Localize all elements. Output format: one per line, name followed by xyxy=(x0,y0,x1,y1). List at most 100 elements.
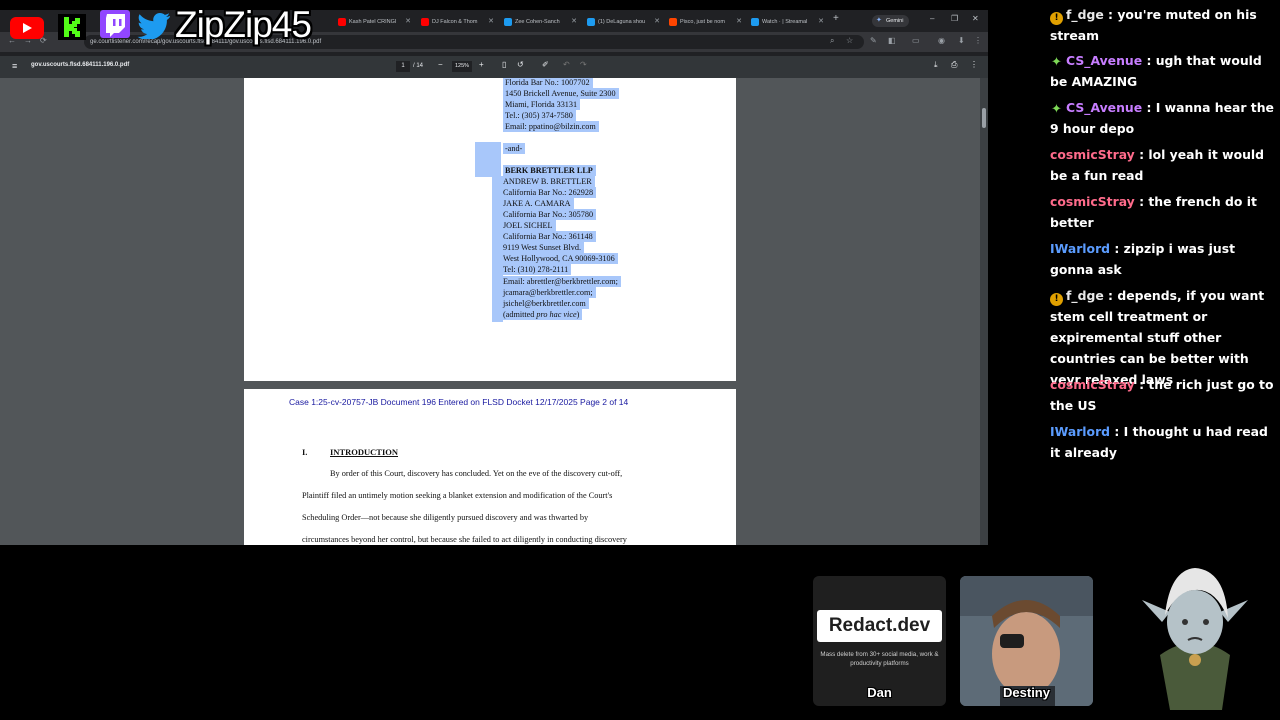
pdf-download-icon[interactable]: ⤓ xyxy=(934,60,938,70)
chat-panel: ! f_dge : you're muted on his stream ✦ CS_A… xyxy=(1042,0,1280,470)
cam-name-dan: Dan xyxy=(867,685,892,700)
scroll-thumb[interactable] xyxy=(982,108,986,128)
sponsor-logo: Redact.dev xyxy=(817,610,942,642)
tab-close-icon[interactable]: ✕ xyxy=(405,13,411,31)
fit-page-icon[interactable]: ▯ xyxy=(502,60,506,69)
signature-block-line: Tel: (310) 278-2111 xyxy=(501,264,572,275)
signature-block-line: BERK BRETTLER LLP xyxy=(503,165,596,176)
tab-close-icon[interactable]: ✕ xyxy=(654,13,660,31)
page-number-input[interactable]: 1 xyxy=(396,61,410,72)
cast-icon[interactable]: ▭ xyxy=(912,36,920,45)
chat-username[interactable]: f_dge xyxy=(1066,288,1104,303)
body-paragraph-line: By order of this Court, discovery has co… xyxy=(330,469,623,478)
extensions-icon[interactable]: ✎ xyxy=(870,36,877,45)
pdf-title: gov.uscourts.flsd.684111.196.0.pdf xyxy=(31,62,130,68)
browser-tab[interactable]: Zee Cohen-Sanch ✕ xyxy=(501,13,581,31)
kick-icon xyxy=(58,14,86,40)
chat-message: ✦ CS_Avenue : ugh that would be AMAZING xyxy=(1050,50,1278,92)
chat-message: IWarlord : I thought u had read it alrea… xyxy=(1050,421,1278,463)
chat-message: IWarlord : zipzip i was just gonna ask xyxy=(1050,238,1278,280)
zoom-out-icon[interactable]: − xyxy=(438,60,443,69)
chat-separator: : xyxy=(1110,241,1124,256)
pdf-viewport[interactable]: Florida Bar No.: 1007702 1450 Brickell Av… xyxy=(0,78,988,545)
chat-message: cosmicStray : the french do it better xyxy=(1050,191,1278,233)
chat-username[interactable]: cosmicStray xyxy=(1050,147,1135,162)
tab-close-icon[interactable]: ✕ xyxy=(571,13,577,31)
tab-close-icon[interactable]: ✕ xyxy=(488,13,494,31)
youtube-icon xyxy=(10,17,44,39)
tab-label: Zee Cohen-Sanch xyxy=(515,19,560,25)
text-segment: ) xyxy=(576,310,580,319)
minimize-icon[interactable]: – xyxy=(930,14,934,23)
tab-close-icon[interactable]: ✕ xyxy=(818,13,824,31)
signature-block-line: JAKE A. CAMARA xyxy=(501,198,574,209)
browser-tab[interactable]: Pisco, just be nom ✕ xyxy=(666,13,746,31)
scrollbar[interactable] xyxy=(980,78,988,545)
chat-username[interactable]: CS_Avenue xyxy=(1066,53,1142,68)
close-window-icon[interactable]: ✕ xyxy=(972,14,979,23)
signature-block-line: Florida Bar No.: 1007702 xyxy=(503,78,593,88)
chat-username[interactable]: f_dge xyxy=(1066,7,1104,22)
gemini-button[interactable]: ✦ Gemini xyxy=(872,15,910,27)
chat-username[interactable]: cosmicStray xyxy=(1050,377,1135,392)
tab-label: Pisco, just be nom xyxy=(680,19,725,25)
chat-message: ! f_dge : you're muted on his stream xyxy=(1050,4,1278,46)
gemini-label: Gemini xyxy=(886,18,904,24)
chat-message: cosmicStray : the rich just go to the US xyxy=(1050,374,1278,416)
signature-block-line: 9119 West Sunset Blvd. xyxy=(501,242,585,253)
download-icon[interactable]: ⬇ xyxy=(958,36,965,45)
chat-username[interactable]: CS_Avenue xyxy=(1066,100,1142,115)
tab-label: (1) DeLaguna shou xyxy=(598,19,646,25)
puzzle-icon[interactable]: ◧ xyxy=(888,36,896,45)
twitter-icon xyxy=(136,11,172,40)
channel-name: ZipZip45 xyxy=(175,4,312,45)
chat-separator: : xyxy=(1142,100,1156,115)
zoom-icon[interactable]: ⌕ xyxy=(830,36,834,46)
selection-highlight xyxy=(475,142,501,177)
page-total: / 14 xyxy=(413,63,424,69)
zoom-input[interactable]: 125% xyxy=(452,61,472,72)
maximize-icon[interactable]: ❐ xyxy=(951,14,958,23)
signature-block-line: jsichel@berkbrettler.com xyxy=(501,298,589,309)
body-paragraph-line: Scheduling Order—not because she diligen… xyxy=(302,513,589,522)
signature-block-line: Email: abrettler@berkbrettler.com; xyxy=(501,276,621,287)
rotate-icon[interactable]: ↺ xyxy=(517,60,524,69)
tab-favicon-icon xyxy=(504,18,512,26)
print-icon[interactable]: ⎙ xyxy=(951,60,957,70)
new-tab-button[interactable]: + xyxy=(833,13,839,24)
tab-close-icon[interactable]: ✕ xyxy=(736,13,742,31)
browser-tab[interactable]: Kash Patel CRINGI ✕ xyxy=(335,13,415,31)
tab-label: Kash Patel CRINGI xyxy=(349,19,397,25)
tab-label: DJ Falcon & Thom xyxy=(432,19,478,25)
signature-block-line: -and- xyxy=(503,143,526,154)
menu-kebab-icon[interactable]: ⋮ xyxy=(974,36,982,45)
undo-icon[interactable]: ↶ xyxy=(563,60,570,69)
chat-separator: : xyxy=(1103,288,1118,303)
tab-favicon-icon xyxy=(751,18,759,26)
chat-username[interactable]: IWarlord xyxy=(1050,241,1110,256)
chat-separator: : xyxy=(1134,147,1149,162)
signature-block-line: (admitted pro hac vice) xyxy=(501,309,583,320)
chat-username[interactable]: IWarlord xyxy=(1050,424,1110,439)
chat-username[interactable]: cosmicStray xyxy=(1050,194,1135,209)
chat-separator: : xyxy=(1134,194,1149,209)
browser-tab[interactable]: (1) DeLaguna shou ✕ xyxy=(584,13,664,31)
pdf-more-icon[interactable]: ⋮ xyxy=(970,60,978,69)
browser-tab[interactable]: DJ Falcon & Thom ✕ xyxy=(418,13,498,31)
profile-icon[interactable]: ◉ xyxy=(938,36,945,45)
pdf-menu-icon[interactable]: ≡ xyxy=(12,61,17,71)
signature-block-line: 1450 Brickell Avenue, Suite 2300 xyxy=(503,88,619,99)
signature-block-line: California Bar No.: 262928 xyxy=(501,187,597,198)
twitch-icon xyxy=(100,10,130,38)
tab-favicon-icon xyxy=(421,18,429,26)
signature-block-line: Tel.: (305) 374-7580 xyxy=(503,110,576,121)
draw-icon[interactable]: ✐ xyxy=(542,60,549,69)
pdf-page-2: Case 1:25-cv-20757-JB Document 196 Enter… xyxy=(244,389,736,545)
zoom-in-icon[interactable]: + xyxy=(479,60,484,69)
browser-tab[interactable]: Watch · | Streamal ✕ xyxy=(748,13,828,31)
browser-window: Kash Patel CRINGI ✕ DJ Falcon & Thom ✕ Zee C… xyxy=(0,10,988,545)
signature-block-line: Email: ppatino@bilzin.com xyxy=(503,121,599,132)
chat-separator: : xyxy=(1142,53,1156,68)
redo-icon[interactable]: ↷ xyxy=(580,60,587,69)
bookmark-star-icon[interactable]: ☆ xyxy=(846,36,853,45)
